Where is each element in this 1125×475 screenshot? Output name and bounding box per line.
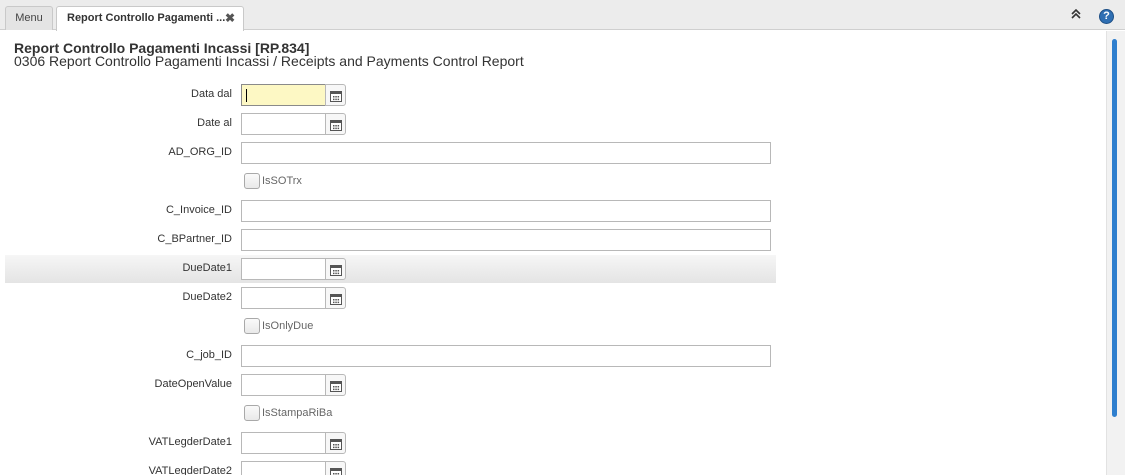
row-dateopenvalue: DateOpenValue <box>5 371 776 399</box>
row-vatlegderdate2: VATLegderDate2 <box>5 458 776 475</box>
row-issotrx: IsSOTrx <box>5 168 776 196</box>
calendar-icon[interactable] <box>325 113 346 135</box>
calendar-icon[interactable] <box>325 287 346 309</box>
data-dal-label: Data dal <box>191 88 232 100</box>
calendar-icon[interactable] <box>325 258 346 280</box>
row-date-al: Date al <box>5 110 776 138</box>
isstampariba-label: IsStampaRiBa <box>262 407 333 419</box>
data-dal-input[interactable] <box>241 84 326 106</box>
duedate2-label: DueDate2 <box>182 291 232 303</box>
vatlegderdate2-input[interactable] <box>241 461 326 475</box>
c-job-id-label: C_job_ID <box>186 349 232 361</box>
c-invoice-id-input[interactable] <box>241 200 771 222</box>
text-caret <box>246 89 247 102</box>
isonlydue-checkbox[interactable] <box>244 318 260 334</box>
duedate2-input[interactable] <box>241 287 326 309</box>
row-duedate1: DueDate1 <box>5 255 776 283</box>
calendar-icon[interactable] <box>325 432 346 454</box>
duedate1-label: DueDate1 <box>182 262 232 274</box>
vatlegderdate1-input[interactable] <box>241 432 326 454</box>
date-al-input[interactable] <box>241 113 326 135</box>
tab-bar: Menu Report Controllo Pagamenti ... ✖ ? <box>0 0 1125 31</box>
vatlegderdate2-label: VATLegderDate2 <box>148 465 232 475</box>
report-parameters-panel: Report Controllo Pagamenti Incassi [RP.8… <box>0 31 1110 475</box>
double-chevron-up-icon[interactable] <box>1069 8 1083 23</box>
c-invoice-id-label: C_Invoice_ID <box>165 204 232 216</box>
issotrx-checkbox[interactable] <box>244 173 260 189</box>
dateopenvalue-label: DateOpenValue <box>154 378 232 390</box>
page-subtitle: 0306 Report Controllo Pagamenti Incassi … <box>14 53 524 69</box>
issotrx-label: IsSOTrx <box>262 175 302 187</box>
ad-org-id-input[interactable] <box>241 142 771 164</box>
help-icon[interactable]: ? <box>1099 9 1114 24</box>
date-al-label: Date al <box>197 117 232 129</box>
c-bpartner-id-label: C_BPartner_ID <box>157 233 232 245</box>
close-icon[interactable]: ✖ <box>225 7 235 29</box>
c-bpartner-id-input[interactable] <box>241 229 771 251</box>
c-job-id-input[interactable] <box>241 345 771 367</box>
isonlydue-label: IsOnlyDue <box>262 320 314 332</box>
calendar-icon[interactable] <box>325 374 346 396</box>
calendar-icon[interactable] <box>325 84 346 106</box>
row-isonlydue: IsOnlyDue <box>5 313 776 341</box>
vertical-scrollbar-thumb[interactable] <box>1112 39 1117 417</box>
row-vatlegderdate1: VATLegderDate1 <box>5 429 776 457</box>
row-duedate2: DueDate2 <box>5 284 776 312</box>
row-c-invoice-id: C_Invoice_ID <box>5 197 776 225</box>
row-data-dal: Data dal <box>5 81 776 109</box>
ad-org-id-label: AD_ORG_ID <box>168 146 232 158</box>
tab-menu[interactable]: Menu <box>5 6 53 30</box>
tab-report-controllo[interactable]: Report Controllo Pagamenti ... ✖ <box>56 6 244 31</box>
row-c-job-id: C_job_ID <box>5 342 776 370</box>
row-isstampariba: IsStampaRiBa <box>5 400 776 428</box>
duedate1-input[interactable] <box>241 258 326 280</box>
row-c-bpartner-id: C_BPartner_ID <box>5 226 776 254</box>
calendar-icon[interactable] <box>325 461 346 475</box>
tab-report-label: Report Controllo Pagamenti ... <box>67 12 226 24</box>
row-ad-org-id: AD_ORG_ID <box>5 139 776 167</box>
isstampariba-checkbox[interactable] <box>244 405 260 421</box>
vatlegderdate1-label: VATLegderDate1 <box>148 436 232 448</box>
dateopenvalue-input[interactable] <box>241 374 326 396</box>
